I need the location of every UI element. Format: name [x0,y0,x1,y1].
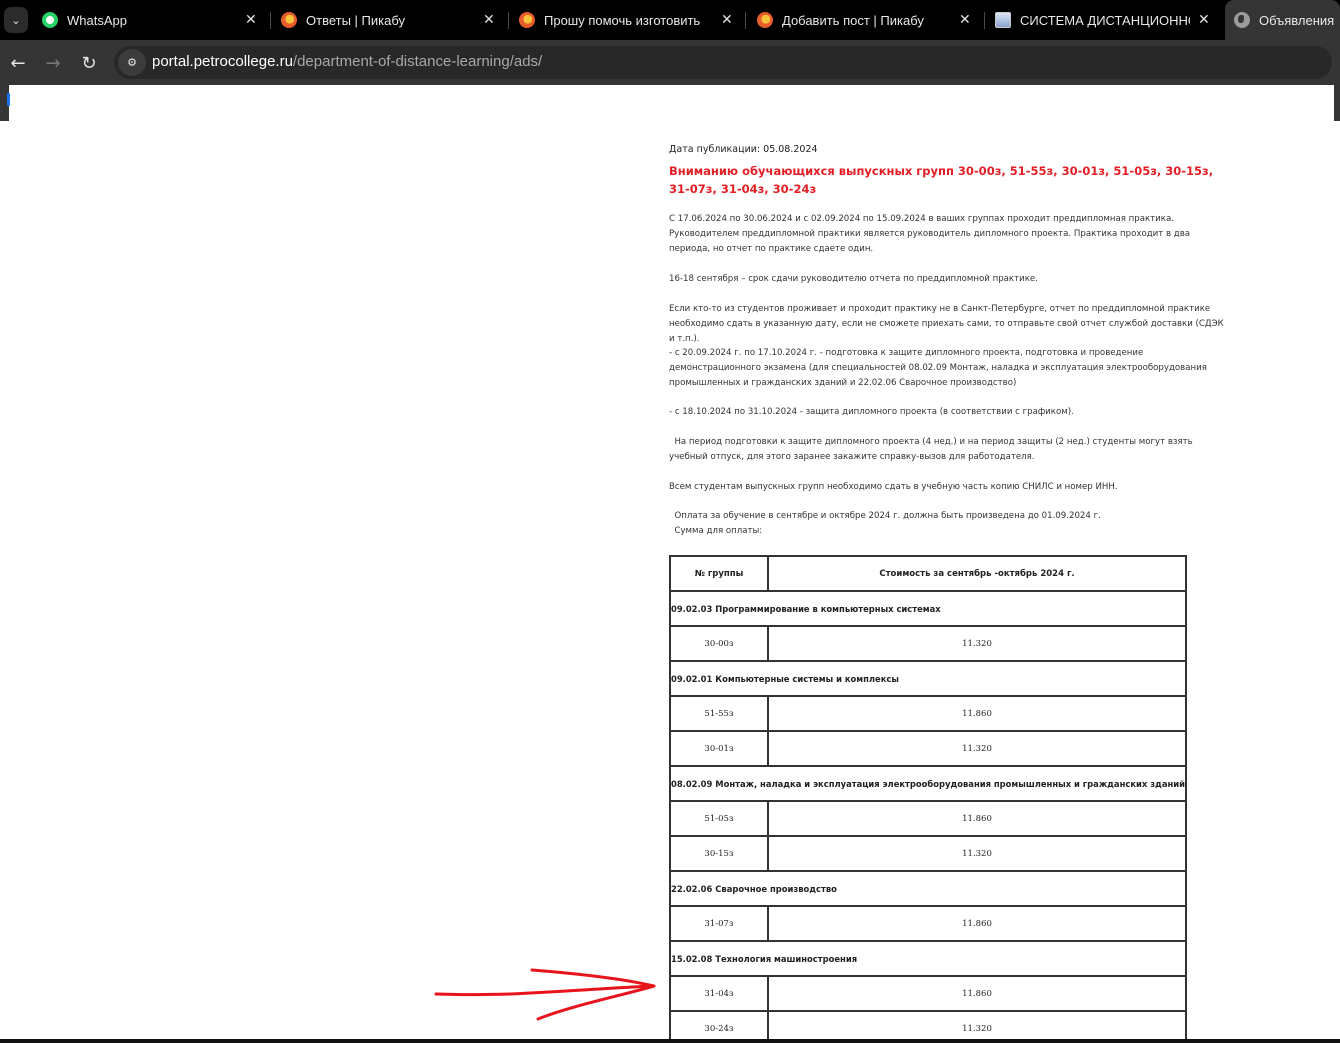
article-paragraph: Сумма для оплаты: [669,526,763,536]
page-header-area [9,85,1334,121]
back-button[interactable]: ← [3,48,33,78]
table-row: 31-04з 11.860 [669,975,1187,1012]
close-icon[interactable]: ✕ [959,12,971,28]
specialty-name: 08.02.09 Монтаж, наладка и эксплуатация … [669,765,1187,802]
pikabu-icon [757,12,773,28]
tab-separator [984,12,985,29]
chevron-down-icon: ⌄ [11,13,21,27]
table-row: 30-15з 11.320 [669,835,1187,872]
article-headline: Вниманию обучающихся выпускных групп 30-… [669,164,1214,196]
tune-icon: ⚙ [127,56,137,69]
article-paragraph: Оплата за обучение в сентябре и октябре … [669,511,1101,521]
specialty-name: 22.02.06 Сварочное производство [669,870,1187,907]
arrow-shaft [434,984,655,997]
arrow-left-icon: ← [10,52,26,74]
table-header-row: № группы Стоимость за сентябрь -октябрь … [669,555,1187,592]
table-row: 51-05з 11.860 [669,800,1187,837]
table-row: 30-01з 11.320 [669,730,1187,767]
close-icon[interactable]: ✕ [483,12,495,28]
pikabu-icon [281,12,297,28]
price-cell: 11.320 [767,730,1187,767]
group-cell: 31-07з [669,905,769,942]
price-cell: 11.320 [767,835,1187,872]
arrow-head-upper [530,968,656,988]
specialty-row: 09.02.01 Компьютерные системы и комплекс… [669,660,1187,697]
table-row: 51-55з 11.860 [669,695,1187,732]
close-icon[interactable]: ✕ [1198,12,1210,28]
site-info-button[interactable]: ⚙ [118,49,146,76]
table-row: 31-07з 11.860 [669,905,1187,942]
specialty-row: 09.02.03 Программирование в компьютерных… [669,590,1187,627]
specialty-name: 09.02.03 Программирование в компьютерных… [669,590,1187,627]
price-cell: 11.860 [767,695,1187,732]
publication-date: Дата публикации: 05.08.2024 [669,144,818,155]
group-cell: 30-15з [669,835,769,872]
article-paragraph: - с 20.09.2024 г. по 17.10.2024 г. - под… [669,348,1207,388]
column-header-price: Стоимость за сентябрь -октябрь 2024 г. [767,555,1187,592]
browser-window: ✕⌄ WhatsApp ✕ Ответы | Пикабу ✕ Прошу по… [0,0,1340,1043]
price-cell: 11.320 [767,625,1187,662]
tab-separator [508,12,509,29]
url-text[interactable]: portal.petrocollege.ru/department-of-dis… [152,53,542,70]
page-edge-marker [7,93,10,106]
price-cell: 11.860 [767,800,1187,837]
article-paragraph: На период подготовки к защите дипломного… [669,437,1196,462]
tab-distance-learning[interactable]: СИСТЕМА ДИСТАНЦИОННОГО ✕ [995,0,1217,40]
browser-toolbar: ← → ↻ ⚙ portal.petrocollege.ru/departmen… [0,40,1340,85]
url-host: portal.petrocollege.ru [152,53,293,70]
address-bar[interactable]: ⚙ portal.petrocollege.ru/department-of-d… [114,46,1332,79]
tab-title: WhatsApp [67,12,127,28]
table-row: 30-00з 11.320 [669,625,1187,662]
specialty-row: 15.02.08 Технология машиностроения [669,940,1187,977]
article-paragraph: Всем студентам выпускных групп необходим… [669,482,1118,492]
specialty-name: 15.02.08 Технология машиностроения [669,940,1187,977]
tab-separator [270,12,271,29]
group-cell: 30-00з [669,625,769,662]
article-paragraph: С 17.06.2024 по 30.06.2024 и с 02.09.202… [669,214,1191,254]
tab-pikabu-answers[interactable]: Ответы | Пикабу ✕ [281,0,503,40]
reload-icon: ↻ [81,52,97,74]
price-cell: 11.860 [767,975,1187,1012]
whatsapp-icon [42,12,58,28]
group-cell: 51-55з [669,695,769,732]
group-cell: 31-04з [669,975,769,1012]
specialty-name: 09.02.01 Компьютерные системы и комплекс… [669,660,1187,697]
price-cell: 11.860 [767,905,1187,942]
tab-pikabu-post[interactable]: Прошу помочь изготовить дет ✕ [519,0,741,40]
article-paragraph: 16-18 сентября – срок сдачи руководителю… [669,274,1038,284]
forward-button[interactable]: → [38,48,68,78]
tab-title: Прошу помочь изготовить дет [544,12,701,28]
tab-title: Объявления [1259,12,1335,28]
tab-announcements[interactable]: Объявления [1225,0,1340,40]
college-icon [995,12,1011,28]
red-arrow-annotation [434,968,656,1021]
column-header-group: № группы [669,555,769,592]
tab-whatsapp[interactable]: WhatsApp ✕ [42,0,264,40]
tab-search-button[interactable]: ✕⌄ [4,7,28,33]
arrow-right-icon: → [45,52,61,74]
globe-icon [1234,12,1250,28]
specialty-row: 22.02.06 Сварочное производство [669,870,1187,907]
group-cell: 30-01з [669,730,769,767]
tab-separator [745,12,746,29]
article-paragraph: - с 18.10.2024 по 31.10.2024 - защита ди… [669,407,1074,417]
tab-title: Добавить пост | Пикабу [782,12,924,28]
group-cell: 51-05з [669,800,769,837]
article-paragraph: Если кто-то из студентов проживает и про… [669,304,1224,344]
pikabu-icon [519,12,535,28]
specialty-row: 08.02.09 Монтаж, наладка и эксплуатация … [669,765,1187,802]
reload-button[interactable]: ↻ [74,48,104,78]
tab-strip: ✕⌄ WhatsApp ✕ Ответы | Пикабу ✕ Прошу по… [0,0,1340,40]
tab-title: СИСТЕМА ДИСТАНЦИОННОГО [1020,12,1190,28]
window-bottom-edge [0,1039,1340,1043]
tab-pikabu-add-post[interactable]: Добавить пост | Пикабу ✕ [757,0,979,40]
close-icon[interactable]: ✕ [721,12,733,28]
close-icon[interactable]: ✕ [245,12,257,28]
fee-table: № группы Стоимость за сентябрь -октябрь … [669,555,1187,1043]
url-path: /department-of-distance-learning/ads/ [292,53,543,70]
tab-title: Ответы | Пикабу [306,12,405,28]
